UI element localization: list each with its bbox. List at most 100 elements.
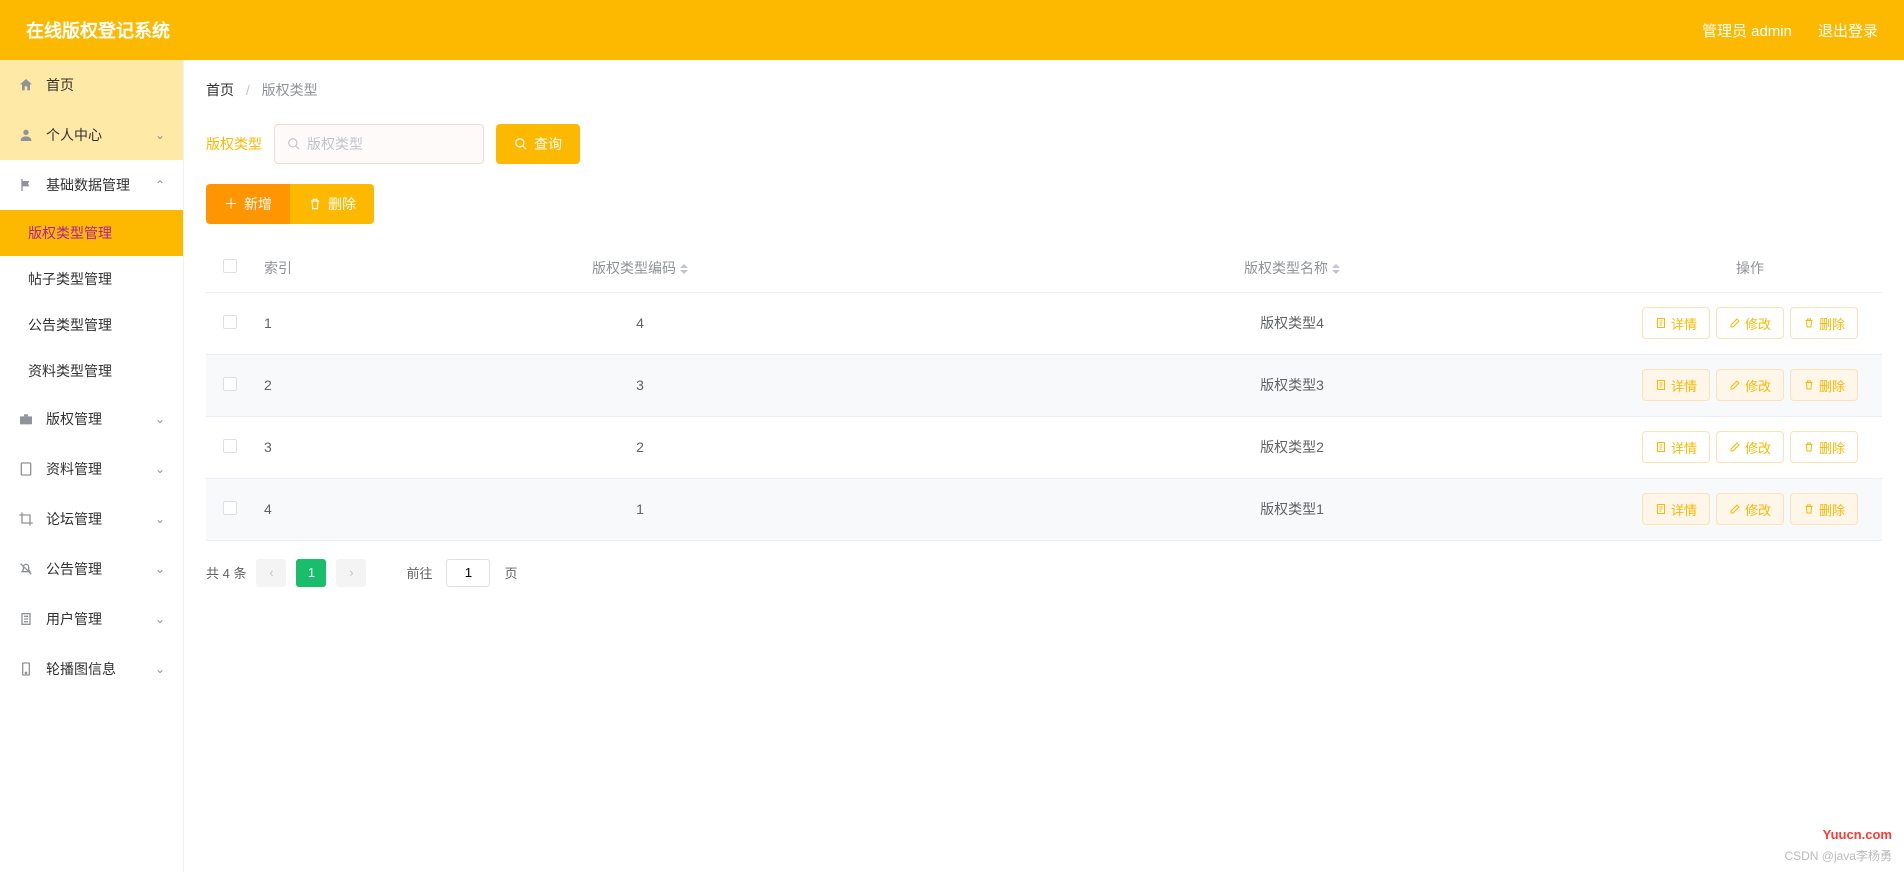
sort-icon — [1332, 264, 1340, 274]
trash-icon — [308, 197, 322, 211]
document-icon — [1655, 379, 1667, 391]
edit-icon — [1729, 441, 1741, 453]
top-header: 在线版权登记系统 管理员 admin 退出登录 — [0, 0, 1904, 60]
filter-input-wrapper[interactable] — [274, 124, 484, 164]
table-row: 14版权类型4详情修改删除 — [206, 292, 1882, 354]
sidebar-item-label: 基础数据管理 — [46, 175, 155, 195]
header-code[interactable]: 版权类型编码 — [314, 244, 966, 292]
user-link[interactable]: 管理员 admin — [1702, 20, 1792, 41]
sidebar-item-carousel[interactable]: 轮播图信息 ⌄ — [0, 644, 183, 694]
table-row: 32版权类型2详情修改删除 — [206, 416, 1882, 478]
home-icon — [18, 77, 36, 93]
table-row: 23版权类型3详情修改删除 — [206, 354, 1882, 416]
action-bar: ＋ 新增 删除 — [206, 184, 1882, 224]
trash-icon — [1803, 317, 1815, 329]
sidebar-item-notice[interactable]: 公告管理 ⌄ — [0, 544, 183, 594]
sidebar-sub-post-type[interactable]: 帖子类型管理 — [0, 256, 183, 302]
cell-code: 4 — [314, 292, 966, 354]
flag-icon — [18, 177, 36, 193]
detail-button[interactable]: 详情 — [1642, 307, 1710, 339]
sidebar-item-personal[interactable]: 个人中心 ⌄ — [0, 110, 183, 160]
row-checkbox[interactable] — [223, 377, 237, 391]
sidebar-item-label: 个人中心 — [46, 125, 155, 145]
sidebar-item-basic-data[interactable]: 基础数据管理 ⌃ — [0, 160, 183, 210]
prev-page-button[interactable]: ‹ — [256, 559, 286, 587]
chevron-down-icon: ⌄ — [155, 128, 165, 142]
chevron-down-icon: ⌄ — [155, 412, 165, 426]
sidebar-sub-notice-type[interactable]: 公告类型管理 — [0, 302, 183, 348]
header-ops: 操作 — [1618, 244, 1882, 292]
cell-code: 2 — [314, 416, 966, 478]
edit-button[interactable]: 修改 — [1716, 431, 1784, 463]
edit-icon — [1729, 317, 1741, 329]
sort-icon — [680, 264, 688, 274]
row-checkbox[interactable] — [223, 501, 237, 515]
sidebar-sub-material-type[interactable]: 资料类型管理 — [0, 348, 183, 394]
header-right: 管理员 admin 退出登录 — [1702, 20, 1878, 41]
header-name[interactable]: 版权类型名称 — [966, 244, 1618, 292]
sidebar-item-user[interactable]: 用户管理 ⌄ — [0, 594, 183, 644]
row-delete-button[interactable]: 删除 — [1790, 307, 1858, 339]
row-checkbox[interactable] — [223, 315, 237, 329]
button-label: 查询 — [534, 134, 562, 154]
select-all-checkbox[interactable] — [223, 259, 237, 273]
cell-name: 版权类型4 — [966, 292, 1618, 354]
next-page-button[interactable]: › — [336, 559, 366, 587]
sidebar-item-label: 公告管理 — [46, 559, 155, 579]
app-title: 在线版权登记系统 — [26, 17, 170, 43]
goto-label-prefix: 前往 — [406, 563, 432, 582]
logout-link[interactable]: 退出登录 — [1818, 20, 1878, 41]
sidebar-item-home[interactable]: 首页 — [0, 60, 183, 110]
page-number-button[interactable]: 1 — [296, 559, 326, 587]
sidebar-item-label: 版权管理 — [46, 409, 155, 429]
cell-index: 3 — [254, 416, 314, 478]
cell-index: 2 — [254, 354, 314, 416]
cell-code: 3 — [314, 354, 966, 416]
detail-button[interactable]: 详情 — [1642, 431, 1710, 463]
add-button[interactable]: ＋ 新增 — [206, 184, 290, 224]
sidebar-item-label: 帖子类型管理 — [28, 269, 112, 289]
briefcase-icon — [18, 411, 36, 427]
clipboard-icon — [18, 611, 36, 627]
document-icon — [1655, 441, 1667, 453]
detail-button[interactable]: 详情 — [1642, 369, 1710, 401]
sidebar-item-label: 用户管理 — [46, 609, 155, 629]
pagination-total: 共 4 条 — [206, 563, 246, 582]
filter-input[interactable] — [307, 136, 488, 152]
sidebar: 首页 个人中心 ⌄ 基础数据管理 ⌃ 版权类型管理 帖子类型管理 公告类型管理 … — [0, 60, 184, 872]
document-icon — [1655, 317, 1667, 329]
goto-page-input[interactable] — [446, 559, 490, 587]
trash-icon — [1803, 441, 1815, 453]
sidebar-item-copyright[interactable]: 版权管理 ⌄ — [0, 394, 183, 444]
chevron-down-icon: ⌄ — [155, 462, 165, 476]
cell-name: 版权类型1 — [966, 478, 1618, 540]
data-table: 索引 版权类型编码 版权类型名称 操作 14版权类型4详情修改删除23版权类型3… — [206, 244, 1882, 541]
goto-label-suffix: 页 — [504, 563, 517, 582]
sidebar-item-label: 论坛管理 — [46, 509, 155, 529]
chevron-down-icon: ⌄ — [155, 512, 165, 526]
credit-text: CSDN @java李杨勇 — [1784, 847, 1892, 864]
sidebar-sub-copyright-type[interactable]: 版权类型管理 — [0, 210, 183, 256]
row-delete-button[interactable]: 删除 — [1790, 369, 1858, 401]
sidebar-item-material[interactable]: 资料管理 ⌄ — [0, 444, 183, 494]
chevron-down-icon: ⌄ — [155, 662, 165, 676]
sidebar-item-forum[interactable]: 论坛管理 ⌄ — [0, 494, 183, 544]
edit-button[interactable]: 修改 — [1716, 369, 1784, 401]
row-delete-button[interactable]: 删除 — [1790, 493, 1858, 525]
edit-button[interactable]: 修改 — [1716, 307, 1784, 339]
search-icon — [287, 137, 301, 151]
document-icon — [18, 461, 36, 477]
sidebar-item-label: 资料类型管理 — [28, 361, 112, 381]
breadcrumb-current: 版权类型 — [262, 82, 318, 98]
row-delete-button[interactable]: 删除 — [1790, 431, 1858, 463]
search-button[interactable]: 查询 — [496, 124, 580, 164]
delete-button[interactable]: 删除 — [290, 184, 374, 224]
mobile-icon — [18, 661, 36, 677]
row-checkbox[interactable] — [223, 439, 237, 453]
sidebar-item-label: 版权类型管理 — [28, 223, 112, 243]
detail-button[interactable]: 详情 — [1642, 493, 1710, 525]
filter-label: 版权类型 — [206, 134, 262, 154]
breadcrumb-home[interactable]: 首页 — [206, 82, 234, 98]
edit-button[interactable]: 修改 — [1716, 493, 1784, 525]
cell-index: 4 — [254, 478, 314, 540]
